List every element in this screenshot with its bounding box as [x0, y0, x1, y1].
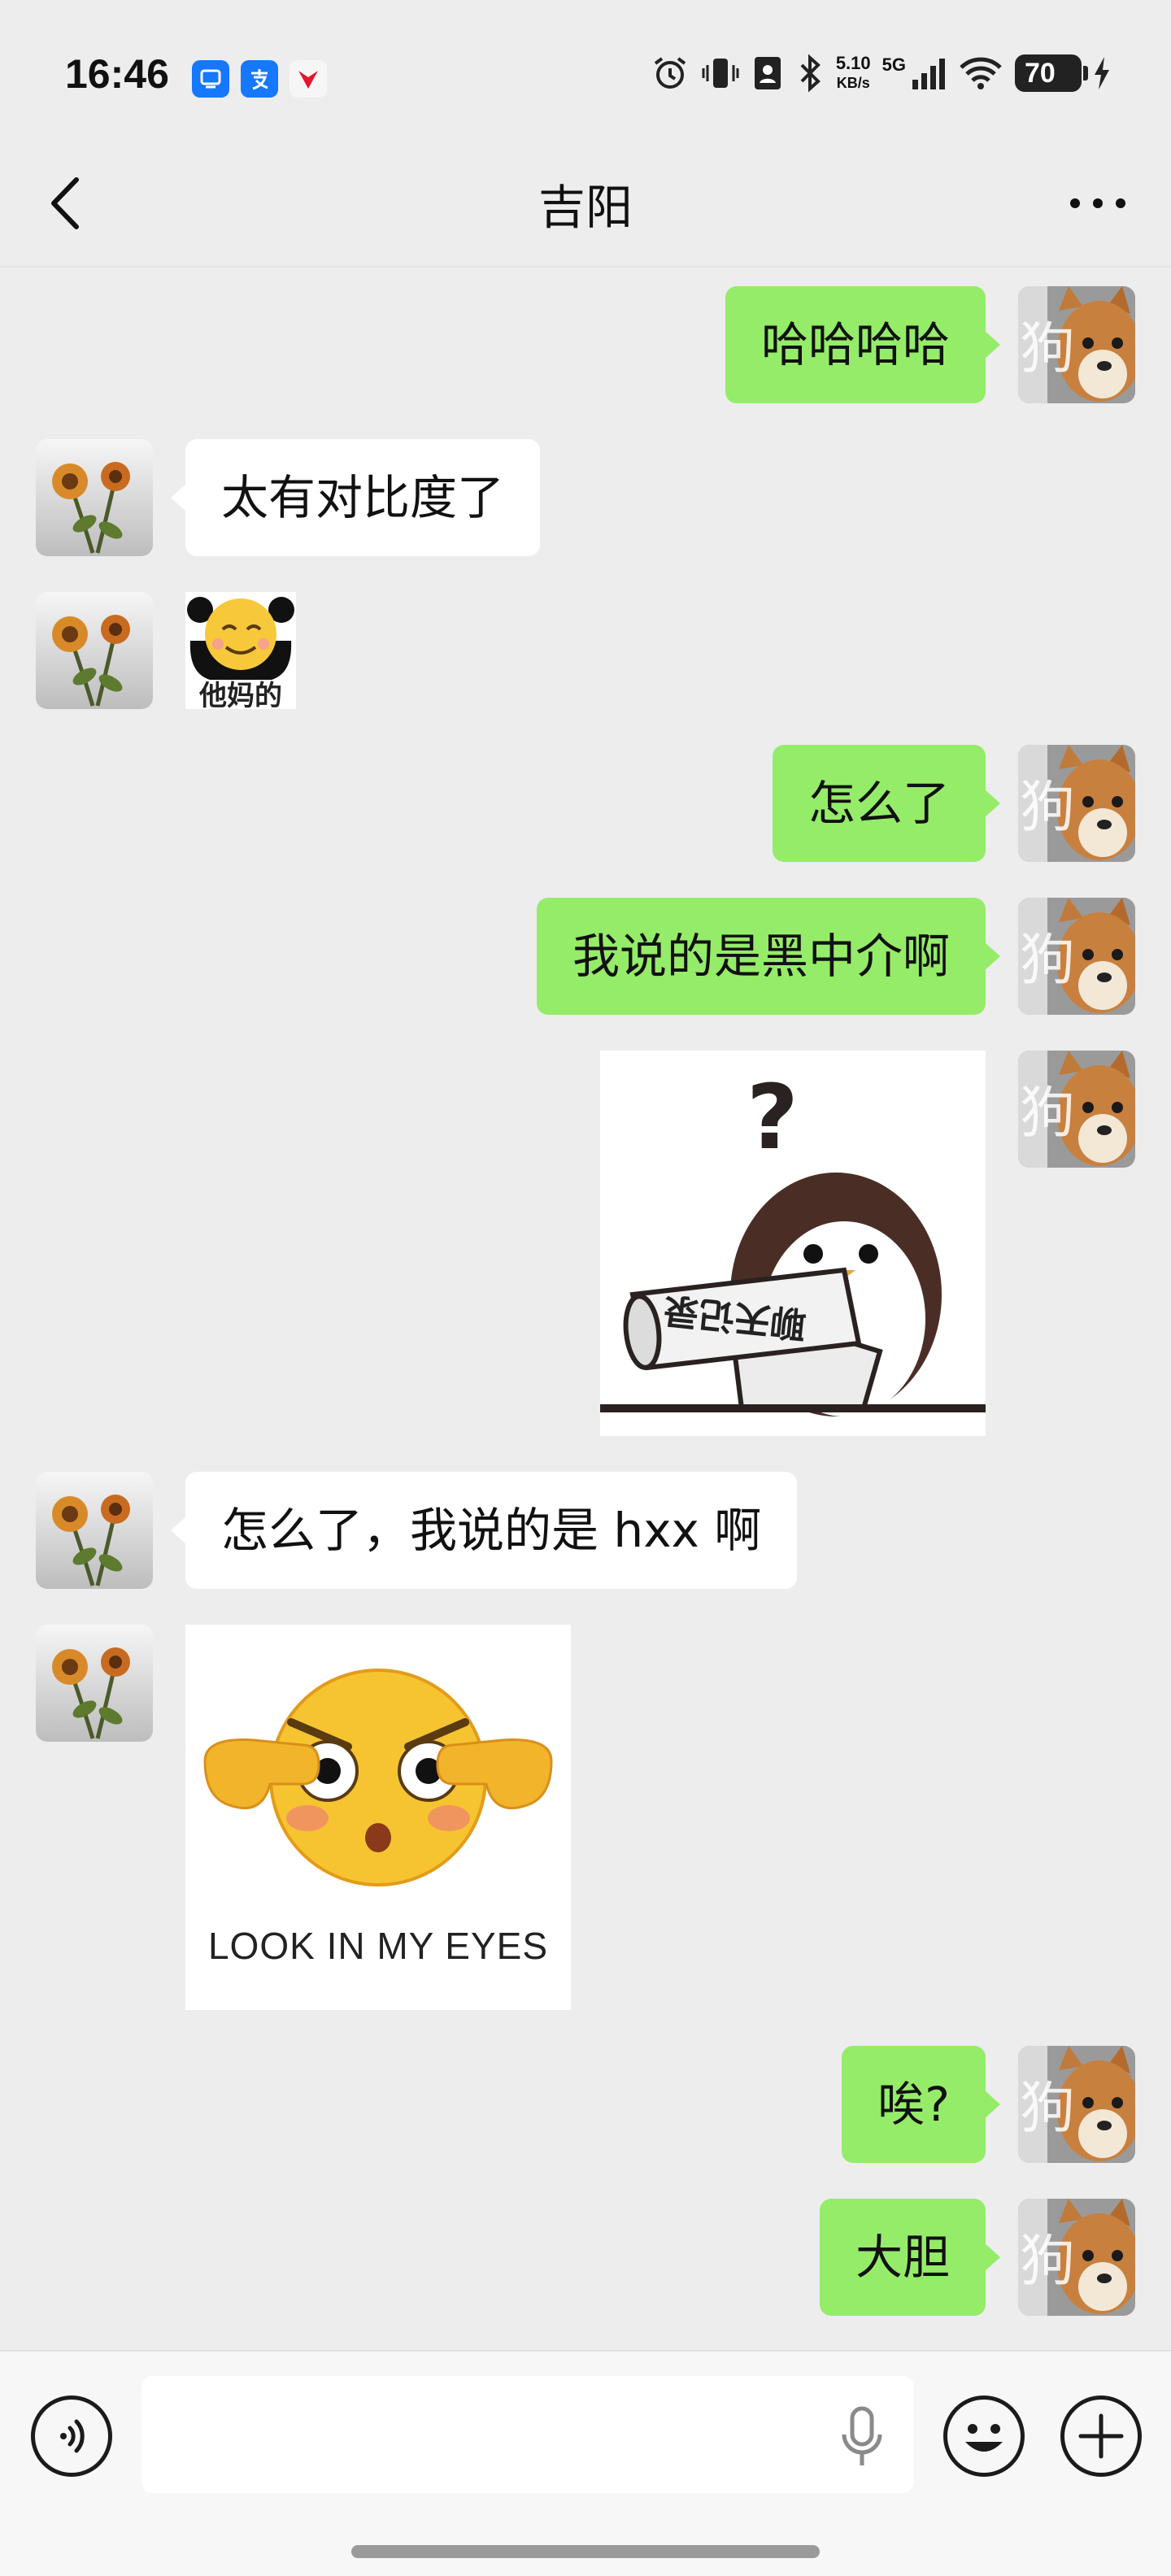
bluetooth-icon — [800, 54, 821, 93]
microphone-icon[interactable] — [838, 2405, 886, 2470]
voice-mode-button[interactable] — [31, 2395, 112, 2477]
plus-icon — [1078, 2413, 1124, 2459]
message-bubble-incoming[interactable]: 怎么了，我说的是 hxx 啊 — [170, 1472, 798, 1589]
signal-icon — [912, 59, 945, 89]
more-horizontal-icon — [1070, 198, 1125, 208]
shiba-dog-avatar-icon: 狗 — [1018, 286, 1135, 403]
contact-card-icon — [754, 57, 781, 89]
sunflower-avatar-icon — [36, 1625, 153, 1742]
network-speed: 5.10 KB/s — [836, 54, 871, 93]
contact-avatar[interactable] — [36, 1472, 153, 1589]
message-bubble-incoming[interactable]: 太有对比度了 — [170, 439, 541, 556]
penguin-chat-history-icon: ? — [600, 1051, 986, 1436]
network-speed-unit: KB/s — [836, 75, 870, 91]
my-avatar[interactable]: 狗 — [1018, 286, 1135, 403]
charging-icon — [1095, 57, 1109, 89]
avatar-overlay-char: 狗 — [1020, 1081, 1075, 1146]
more-functions-button[interactable] — [1060, 2395, 1142, 2477]
avatar-overlay-char: 狗 — [1020, 929, 1075, 993]
message-bubble-outgoing[interactable]: 我说的是黑中介啊 — [536, 898, 1001, 1015]
sticker-caption: 他妈的 — [199, 680, 282, 709]
status-bar: 16:46 5.10 KB/s 5G 70 — [0, 0, 1171, 154]
battery-indicator: 70 — [1015, 54, 1088, 92]
look-in-my-eyes-sticker[interactable]: LOOK IN MY EYES — [185, 1625, 571, 2010]
home-indicator[interactable] — [351, 2545, 820, 2558]
penguin-sticker[interactable]: ? 聊天记录 — [600, 1051, 986, 1436]
message-bubble-outgoing[interactable]: 怎么了 — [772, 745, 1001, 862]
sunflower-avatar-icon — [36, 439, 153, 556]
system-status: 5.10 KB/s 5G 70 — [651, 54, 1111, 93]
shiba-dog-avatar-icon: 狗 — [1018, 2046, 1135, 2163]
sticker-caption: LOOK IN MY EYES — [207, 1925, 549, 1967]
my-avatar[interactable]: 狗 — [1018, 2199, 1135, 2316]
chat-header: 吉阳 — [0, 154, 1171, 268]
network-speed-value: 5.10 — [835, 53, 871, 73]
chat-title: 吉阳 — [538, 180, 633, 235]
network-type: 5G — [882, 54, 906, 75]
battery-level: 70 — [1025, 57, 1056, 89]
shiba-dog-avatar-icon: 狗 — [1018, 2199, 1135, 2316]
shiba-dog-avatar-icon: 狗 — [1018, 1051, 1135, 1168]
shiba-dog-avatar-icon: 狗 — [1018, 898, 1135, 1015]
voice-icon — [60, 2419, 85, 2453]
app-notification-icon — [192, 60, 229, 98]
status-time: 16:46 — [65, 51, 169, 97]
contact-avatar[interactable] — [36, 1625, 153, 1742]
news-app-icon — [289, 60, 327, 98]
avatar-overlay-char: 狗 — [1020, 776, 1075, 840]
message-bubble-outgoing[interactable]: 大胆 — [819, 2199, 1001, 2316]
smiley-icon — [965, 2424, 1003, 2452]
panda-sticker[interactable]: 他妈的 — [185, 592, 296, 709]
avatar-overlay-char: 狗 — [1020, 2230, 1075, 2294]
contact-avatar[interactable] — [36, 439, 153, 556]
wifi-icon — [960, 57, 1002, 89]
message-bubble-outgoing[interactable]: 哈哈哈哈 — [725, 286, 1001, 403]
header-divider — [0, 266, 1171, 268]
vibrate-icon — [702, 59, 739, 88]
my-avatar[interactable]: 狗 — [1018, 2046, 1135, 2163]
message-bubble-outgoing[interactable]: 唉? — [842, 2046, 1000, 2163]
sunflower-avatar-icon — [36, 1472, 153, 1589]
alarm-icon — [654, 57, 686, 89]
emoji-button[interactable] — [943, 2395, 1025, 2477]
message-input[interactable] — [141, 2376, 914, 2493]
my-avatar[interactable]: 狗 — [1018, 1051, 1135, 1168]
contact-avatar[interactable] — [36, 592, 153, 709]
shiba-dog-avatar-icon: 狗 — [1018, 745, 1135, 862]
avatar-overlay-char: 狗 — [1020, 2077, 1075, 2141]
notification-icons — [192, 60, 327, 98]
more-options-button[interactable] — [1057, 163, 1138, 244]
avatar-overlay-char: 狗 — [1020, 317, 1075, 381]
svg-text:?: ? — [747, 1065, 799, 1169]
sunflower-avatar-icon — [36, 592, 153, 709]
chat-input-bar — [0, 2350, 1171, 2576]
my-avatar[interactable]: 狗 — [1018, 745, 1135, 862]
my-avatar[interactable]: 狗 — [1018, 898, 1135, 1015]
message-list[interactable]: 哈哈哈哈 狗 太有对比度了 他妈的 怎么了 狗 我说的是黑中介啊 狗 ? 聊天记… — [0, 268, 1171, 2350]
alipay-icon — [241, 60, 278, 98]
